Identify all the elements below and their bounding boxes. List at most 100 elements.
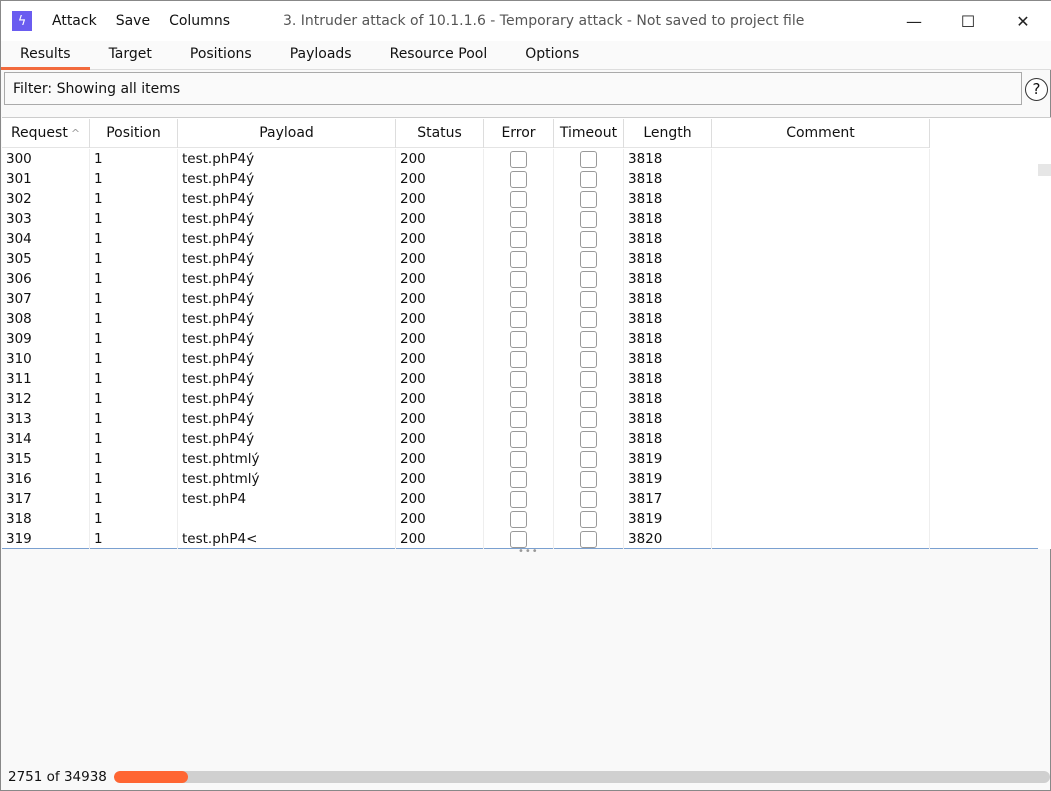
cell-request: 307 [2, 289, 90, 309]
table-row[interactable]: 307 1 test.phP4ý 200 3818 [2, 289, 930, 309]
timeout-checkbox[interactable] [580, 350, 597, 368]
timeout-checkbox[interactable] [580, 150, 597, 168]
timeout-checkbox[interactable] [580, 470, 597, 488]
error-checkbox[interactable] [510, 450, 527, 468]
timeout-checkbox[interactable] [580, 430, 597, 448]
cell-request: 306 [2, 269, 90, 289]
error-checkbox[interactable] [510, 330, 527, 348]
column-header-timeout[interactable]: Timeout [554, 119, 624, 148]
table-row[interactable]: 314 1 test.phP4ý 200 3818 [2, 429, 930, 449]
column-header-payload[interactable]: Payload [178, 119, 396, 148]
tab-target[interactable]: Target [90, 41, 171, 69]
table-row[interactable]: 300 1 test.phP4ý 200 3818 [2, 149, 930, 169]
column-header-comment[interactable]: Comment [712, 119, 930, 148]
error-checkbox[interactable] [510, 390, 527, 408]
table-row[interactable]: 308 1 test.phP4ý 200 3818 [2, 309, 930, 329]
error-checkbox[interactable] [510, 310, 527, 328]
table-row[interactable]: 303 1 test.phP4ý 200 3818 [2, 209, 930, 229]
timeout-checkbox[interactable] [580, 250, 597, 268]
menu-columns[interactable]: Columns [169, 13, 230, 29]
timeout-checkbox[interactable] [580, 230, 597, 248]
error-checkbox[interactable] [510, 250, 527, 268]
cell-comment [712, 329, 930, 349]
timeout-checkbox[interactable] [580, 170, 597, 188]
tab-resource-pool[interactable]: Resource Pool [371, 41, 507, 69]
tab-payloads[interactable]: Payloads [271, 41, 371, 69]
cell-length: 3818 [624, 309, 712, 329]
table-row[interactable]: 306 1 test.phP4ý 200 3818 [2, 269, 930, 289]
timeout-checkbox[interactable] [580, 370, 597, 388]
error-checkbox[interactable] [510, 490, 527, 508]
tab-positions[interactable]: Positions [171, 41, 271, 69]
cell-error [484, 349, 554, 369]
splitter-handle[interactable]: ••• [518, 546, 539, 557]
error-checkbox[interactable] [510, 150, 527, 168]
table-row[interactable]: 302 1 test.phP4ý 200 3818 [2, 189, 930, 209]
cell-position: 1 [90, 269, 178, 289]
timeout-checkbox[interactable] [580, 390, 597, 408]
cell-status: 200 [396, 509, 484, 529]
timeout-checkbox[interactable] [580, 510, 597, 528]
table-row[interactable]: 319 1 test.phP4< 200 3820 [2, 529, 930, 549]
column-header-status[interactable]: Status [396, 119, 484, 148]
maximize-button[interactable]: ☐ [945, 7, 991, 35]
column-header-request[interactable]: Request ^ [2, 119, 90, 148]
error-checkbox[interactable] [510, 350, 527, 368]
timeout-checkbox[interactable] [580, 290, 597, 308]
cell-timeout [554, 249, 624, 269]
error-checkbox[interactable] [510, 290, 527, 308]
table-row[interactable]: 305 1 test.phP4ý 200 3818 [2, 249, 930, 269]
timeout-checkbox[interactable] [580, 190, 597, 208]
menu-save[interactable]: Save [116, 13, 150, 29]
column-header-error[interactable]: Error [484, 119, 554, 148]
help-icon[interactable]: ? [1025, 78, 1048, 101]
cell-comment [712, 529, 930, 549]
error-checkbox[interactable] [510, 270, 527, 288]
timeout-checkbox[interactable] [580, 410, 597, 428]
table-row[interactable]: 309 1 test.phP4ý 200 3818 [2, 329, 930, 349]
error-checkbox[interactable] [510, 370, 527, 388]
scrollbar-thumb[interactable] [1038, 164, 1051, 176]
filter-bar[interactable]: Filter: Showing all items [4, 72, 1022, 105]
timeout-checkbox[interactable] [580, 210, 597, 228]
column-header-length[interactable]: Length [624, 119, 712, 148]
error-checkbox[interactable] [510, 510, 527, 528]
close-button[interactable]: ✕ [1000, 7, 1046, 35]
timeout-checkbox[interactable] [580, 270, 597, 288]
tab-results[interactable]: Results [1, 41, 90, 70]
vertical-scrollbar[interactable] [1038, 149, 1051, 549]
error-checkbox[interactable] [510, 430, 527, 448]
error-checkbox[interactable] [510, 170, 527, 188]
error-checkbox[interactable] [510, 230, 527, 248]
timeout-checkbox[interactable] [580, 530, 597, 548]
table-row[interactable]: 304 1 test.phP4ý 200 3818 [2, 229, 930, 249]
minimize-button[interactable]: — [891, 7, 937, 35]
table-row[interactable]: 311 1 test.phP4ý 200 3818 [2, 369, 930, 389]
menu-bar: Attack Save Columns [52, 13, 230, 29]
table-row[interactable]: 301 1 test.phP4ý 200 3818 [2, 169, 930, 189]
cell-comment [712, 369, 930, 389]
table-row[interactable]: 315 1 test.phtmlý 200 3819 [2, 449, 930, 469]
timeout-checkbox[interactable] [580, 310, 597, 328]
tab-options[interactable]: Options [506, 41, 598, 69]
cell-length: 3819 [624, 449, 712, 469]
timeout-checkbox[interactable] [580, 490, 597, 508]
table-row[interactable]: 317 1 test.phP4 200 3817 [2, 489, 930, 509]
table-row[interactable]: 313 1 test.phP4ý 200 3818 [2, 409, 930, 429]
column-header-position[interactable]: Position [90, 119, 178, 148]
table-row[interactable]: 312 1 test.phP4ý 200 3818 [2, 389, 930, 409]
error-checkbox[interactable] [510, 190, 527, 208]
error-checkbox[interactable] [510, 470, 527, 488]
table-row[interactable]: 318 1 200 3819 [2, 509, 930, 529]
cell-timeout [554, 349, 624, 369]
table-row[interactable]: 316 1 test.phtmlý 200 3819 [2, 469, 930, 489]
timeout-checkbox[interactable] [580, 450, 597, 468]
menu-attack[interactable]: Attack [52, 13, 97, 29]
error-checkbox[interactable] [510, 210, 527, 228]
cell-status: 200 [396, 309, 484, 329]
column-label: Payload [259, 125, 314, 141]
timeout-checkbox[interactable] [580, 330, 597, 348]
error-checkbox[interactable] [510, 530, 527, 548]
table-row[interactable]: 310 1 test.phP4ý 200 3818 [2, 349, 930, 369]
error-checkbox[interactable] [510, 410, 527, 428]
